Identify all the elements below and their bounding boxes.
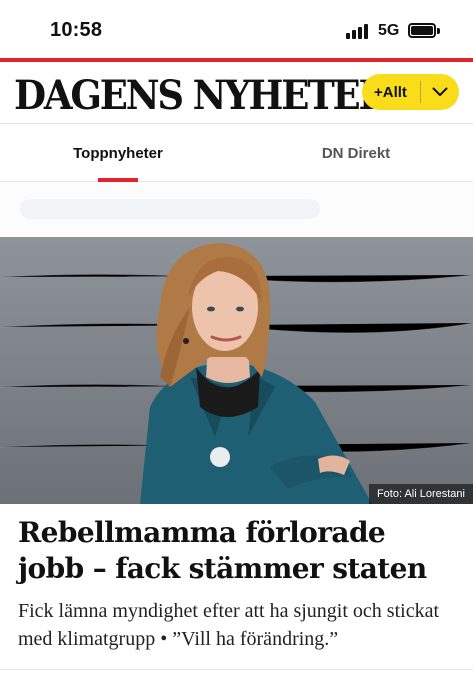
battery-cap (437, 28, 440, 34)
site-logo[interactable]: DAGENS NYHETER. (14, 71, 400, 119)
network-label: 5G (378, 22, 400, 39)
section-tabs: Toppnyheter DN Direkt (0, 124, 473, 182)
tab-toppnyheter[interactable]: Toppnyheter (44, 124, 192, 182)
allt-button-label: +Allt (374, 83, 407, 101)
status-bar: 10:58 5G (0, 0, 473, 58)
site-header: DAGENS NYHETER. +Allt (0, 62, 473, 124)
status-time: 10:58 (50, 19, 103, 41)
tab-dn-direkt[interactable]: DN Direkt (282, 124, 430, 182)
active-tab-indicator (98, 178, 138, 182)
article-summary[interactable]: Fick lämna myndighet efter att ha sjungi… (18, 597, 463, 653)
portrait-illustration (0, 237, 473, 504)
photo-credit: Foto: Ali Lorestani (368, 484, 473, 504)
allt-menu-button[interactable]: +Allt (362, 74, 459, 110)
article-photo[interactable]: Foto: Ali Lorestani (0, 237, 473, 504)
battery-icon (408, 23, 436, 38)
signal-icon (346, 23, 372, 39)
article-headline[interactable]: Rebellmamma förlorade jobb – fack stämme… (18, 515, 458, 587)
banner-strip (0, 183, 473, 236)
article-divider (0, 669, 473, 670)
chevron-down-icon[interactable] (421, 74, 459, 110)
